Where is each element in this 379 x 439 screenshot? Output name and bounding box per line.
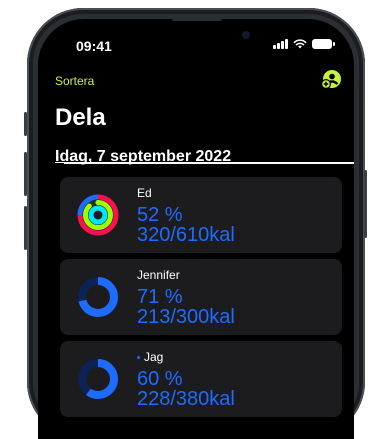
list-item[interactable]: Jennifer 71 % 213/300kal (60, 259, 342, 335)
calorie-value: 228/380kal (137, 388, 235, 410)
cellular-signal-icon (273, 39, 288, 49)
page-title: Dela (55, 104, 106, 131)
power-button (364, 170, 367, 238)
person-name: Ed (137, 186, 152, 200)
volume-up-button (24, 152, 27, 196)
wifi-icon (293, 39, 307, 49)
calorie-ring-icon (78, 359, 118, 399)
calorie-value: 320/610kal (137, 224, 235, 246)
side-button (24, 112, 27, 136)
activity-rings-icon (77, 194, 119, 236)
add-friend-icon[interactable] (320, 69, 342, 91)
volume-down-button (24, 206, 27, 250)
person-name: Jag (137, 350, 163, 364)
percent-value: 60 % (137, 368, 183, 390)
notch (132, 19, 262, 49)
speaker-grille (172, 17, 222, 21)
person-name: Jennifer (137, 268, 180, 282)
status-icons (273, 39, 335, 49)
calorie-ring-icon (78, 277, 118, 317)
divider (64, 162, 354, 164)
status-time: 09:41 (76, 38, 112, 54)
person-name-text: Jag (144, 350, 164, 364)
battery-icon (312, 39, 335, 49)
percent-value: 52 % (137, 204, 183, 226)
self-indicator-dot (137, 356, 140, 360)
list-item[interactable]: Jag 60 % 228/380kal (60, 341, 342, 417)
percent-value: 71 % (137, 286, 183, 308)
list-item[interactable]: Ed 52 % 320/610kal (60, 177, 342, 253)
sort-button[interactable]: Sortera (55, 74, 94, 88)
screen: 09:41 Sortera Dela Idag, 7 september 202… (38, 19, 354, 439)
calorie-value: 213/300kal (137, 306, 235, 328)
front-camera (242, 31, 250, 39)
